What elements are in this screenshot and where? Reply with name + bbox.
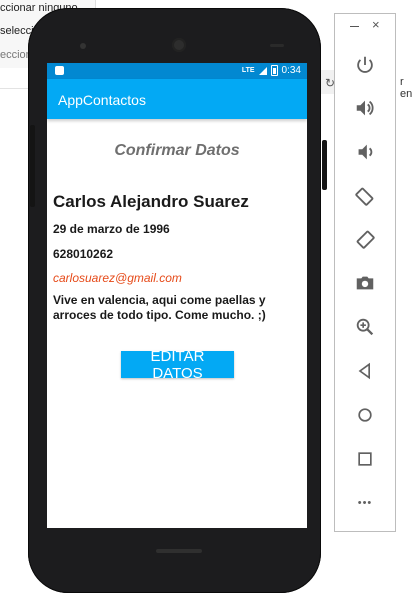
close-icon[interactable]: × [372,17,380,32]
contact-email: carlosuarez@gmail.com [53,271,182,285]
overview-icon[interactable] [351,445,379,473]
minimize-icon[interactable] [350,26,359,27]
confirm-heading: Confirmar Datos [114,142,240,159]
confirm-content: Confirmar Datos Carlos Alejandro Suarez … [47,119,307,528]
phone-side-button [322,140,327,190]
more-icon[interactable]: ••• [351,489,379,517]
signal-icon [258,66,267,75]
camera-icon[interactable] [351,269,379,297]
rotate-right-icon[interactable] [351,225,379,253]
lte-indicator: LTE [241,67,255,74]
contact-phone: 628010262 [53,247,114,261]
status-time: 0:34 [281,65,301,76]
background-text: r en [400,76,413,100]
power-icon[interactable] [351,51,379,79]
phone-screen: LTE 0:34 AppContactos Confirmar Datos Ca… [47,63,307,528]
phone-sensor [80,43,86,49]
phone-side-button [30,125,35,207]
contact-name: Carlos Alejandro Suarez [53,192,249,211]
phone-speaker-grill [156,549,202,553]
volume-up-icon[interactable] [351,94,379,122]
edit-data-button[interactable]: EDITAR DATOS [121,348,234,382]
phone-front-camera [172,38,186,52]
contact-birthdate: 29 de marzo de 1996 [53,222,170,236]
app-bar: AppContactos [47,79,307,119]
battery-icon [270,65,278,76]
status-icons: LTE 0:34 [242,65,301,76]
zoom-in-icon[interactable] [351,313,379,341]
emulator-window-controls: × [335,14,395,36]
phone-sensor [270,44,284,47]
volume-down-icon[interactable] [351,138,379,166]
contact-description: Vive en valencia, aqui come paellas y ar… [53,293,266,322]
back-icon[interactable] [351,357,379,385]
android-notification-icon [55,66,64,75]
app-title: AppContactos [58,92,146,108]
status-bar: LTE 0:34 [47,63,307,79]
rotate-left-icon[interactable] [351,182,379,210]
emulator-toolbar: × ••• [334,13,396,532]
home-icon[interactable] [351,401,379,429]
